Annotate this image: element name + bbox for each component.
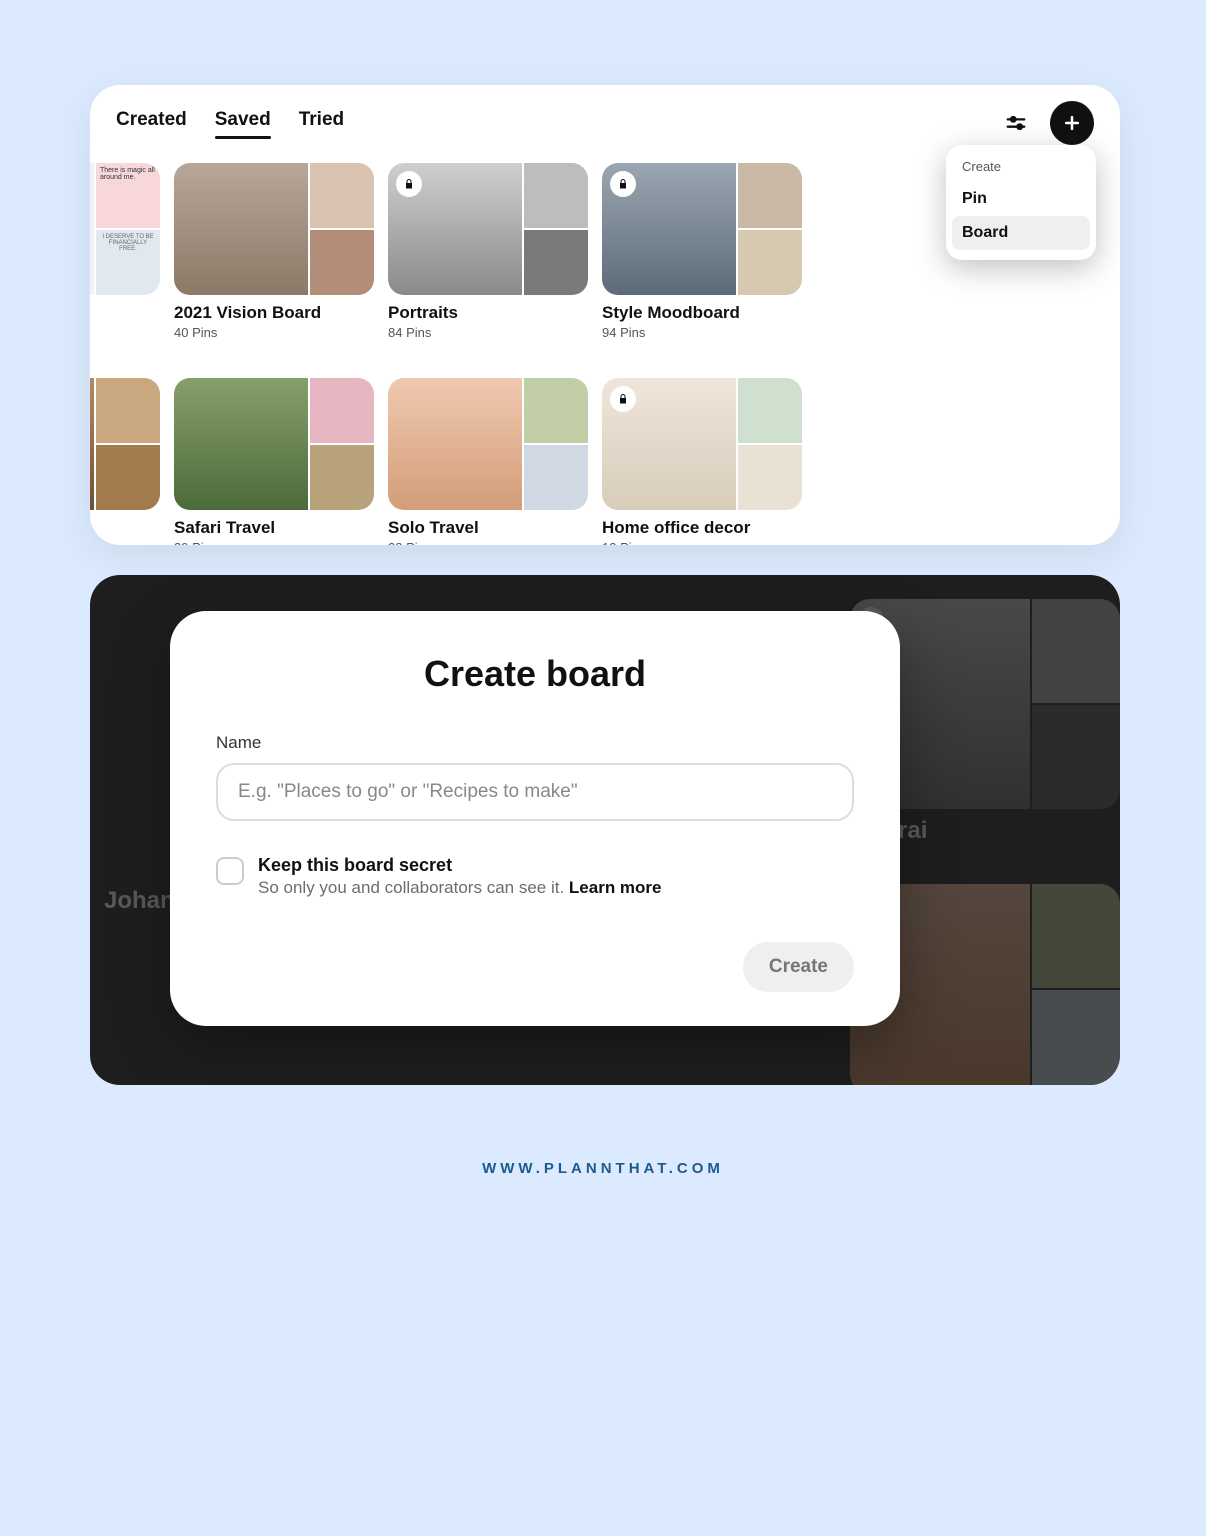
keep-secret-checkbox[interactable] — [216, 857, 244, 885]
keep-secret-title: Keep this board secret — [258, 855, 452, 875]
modal-title: Create board — [216, 653, 854, 695]
board-pin-count: 13 Pins — [602, 540, 802, 545]
board-card[interactable]: Solo Travel 28 Pins — [388, 378, 588, 545]
board-title: …burg Travel… — [90, 518, 160, 538]
board-pin-count: 84 Pins — [388, 325, 588, 340]
footer-url: WWW.PLANNTHAT.COM — [0, 1160, 1206, 1177]
name-field-label: Name — [216, 733, 854, 753]
create-pin-option[interactable]: Pin — [952, 182, 1090, 216]
board-title: Home office decor — [602, 518, 802, 538]
board-title: Safari Travel — [174, 518, 374, 538]
board-card-partial-top[interactable]: N GES There is magic all around me. I DE… — [90, 163, 160, 340]
create-dropdown-header: Create — [952, 155, 1090, 182]
tab-saved[interactable]: Saved — [215, 109, 271, 137]
board-name-input[interactable] — [216, 763, 854, 821]
create-dropdown: Create Pin Board — [946, 145, 1096, 260]
board-card[interactable]: 2021 Vision Board 40 Pins — [174, 163, 374, 340]
filters-icon[interactable] — [994, 101, 1038, 145]
board-card[interactable]: Home office decor 13 Pins — [602, 378, 802, 545]
create-board-modal: Create board Name Keep this board secret… — [170, 611, 900, 1026]
tab-created[interactable]: Created — [116, 109, 187, 137]
profile-saved-panel: Created Saved Tried Create Pin Board N G… — [90, 85, 1120, 545]
board-pin-count: 94 Pins — [602, 325, 802, 340]
tab-tried[interactable]: Tried — [299, 109, 344, 137]
board-pin-count: 40 Pins — [174, 325, 374, 340]
create-board-option[interactable]: Board — [952, 216, 1090, 250]
keep-secret-subtitle: So only you and collaborators can see it… — [258, 878, 569, 897]
lock-icon — [610, 171, 636, 197]
create-board-modal-panel: Johannesburg Travel Safari Travel Portra… — [90, 575, 1120, 1085]
board-title: Portraits — [388, 303, 588, 323]
board-card-partial-bottom[interactable]: …burg Travel… — [90, 378, 160, 545]
boards-row-2: …burg Travel… Safari Travel 39 Pins Solo… — [90, 370, 1120, 545]
quote-tile: I DESERVE TO BE FINANCIALLY FREE. — [96, 230, 160, 295]
create-board-button[interactable]: Create — [743, 942, 854, 992]
board-title: 2021 Vision Board — [174, 303, 374, 323]
lock-icon — [610, 386, 636, 412]
create-plus-button[interactable] — [1050, 101, 1094, 145]
board-title: Style Moodboard — [602, 303, 802, 323]
board-pin-count: 39 Pins — [174, 540, 374, 545]
quote-tile: There is magic all around me. — [96, 163, 160, 228]
lock-icon — [396, 171, 422, 197]
learn-more-link[interactable]: Learn more — [569, 878, 662, 897]
board-pin-count: 28 Pins — [388, 540, 588, 545]
board-title: Solo Travel — [388, 518, 588, 538]
board-card[interactable]: Safari Travel 39 Pins — [174, 378, 374, 545]
board-card[interactable]: Style Moodboard 94 Pins — [602, 163, 802, 340]
board-card[interactable]: Portraits 84 Pins — [388, 163, 588, 340]
